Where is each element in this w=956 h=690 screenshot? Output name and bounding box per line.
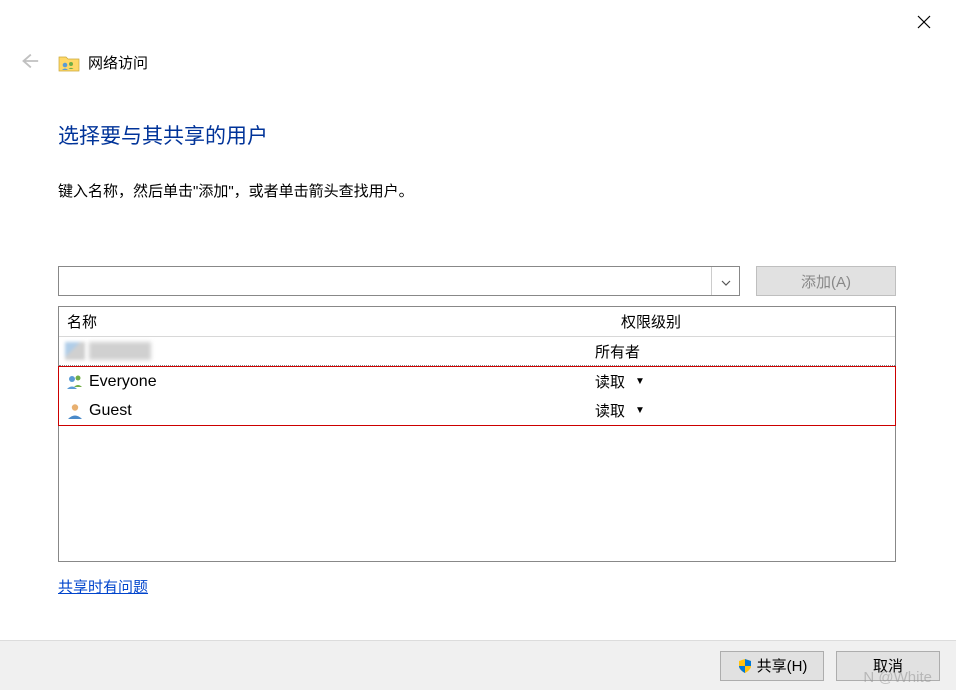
column-header-name[interactable]: 名称 <box>59 311 617 332</box>
permission-dropdown[interactable]: 读取 ▼ <box>595 371 895 392</box>
add-button[interactable]: 添加(A) <box>756 266 896 296</box>
permissions-table: 名称 权限级别 所有者 Everyone <box>58 306 896 562</box>
page-heading: 选择要与其共享的用户 <box>58 120 896 150</box>
back-button[interactable] <box>18 50 40 75</box>
user-icon <box>65 401 85 421</box>
folder-people-icon <box>58 53 80 73</box>
permission-cell: 所有者 <box>595 341 895 362</box>
permission-label: 所有者 <box>595 341 640 362</box>
page-description: 键入名称，然后单击"添加"，或者单击箭头查找用户。 <box>58 180 896 201</box>
content-area: 选择要与其共享的用户 键入名称，然后单击"添加"，或者单击箭头查找用户。 添加(… <box>58 120 896 597</box>
table-row[interactable]: 所有者 <box>59 337 895 366</box>
share-button[interactable]: 共享(H) <box>720 651 824 681</box>
permission-label: 读取 <box>595 400 625 421</box>
cancel-button[interactable]: 取消 <box>836 651 940 681</box>
user-name: Everyone <box>89 373 157 391</box>
user-combobox[interactable] <box>58 266 740 296</box>
group-icon <box>65 372 85 392</box>
user-name: Guest <box>89 402 132 420</box>
user-icon <box>65 341 85 361</box>
close-button[interactable] <box>912 10 936 37</box>
table-row[interactable]: Everyone 读取 ▼ <box>59 367 895 396</box>
table-header: 名称 权限级别 <box>59 307 895 337</box>
table-body: 所有者 Everyone 读取 ▼ <box>59 337 895 426</box>
user-input[interactable] <box>59 267 711 295</box>
row-name-cell <box>65 341 595 361</box>
window-title: 网络访问 <box>88 52 148 73</box>
dropdown-arrow-icon: ▼ <box>635 376 645 387</box>
permission-dropdown[interactable]: 读取 ▼ <box>595 400 895 421</box>
permission-label: 读取 <box>595 371 625 392</box>
chevron-down-icon <box>721 273 731 289</box>
title-group: 网络访问 <box>58 52 148 73</box>
combobox-dropdown-button[interactable] <box>711 267 739 295</box>
back-arrow-icon <box>18 50 40 75</box>
row-name-cell: Guest <box>65 401 595 421</box>
user-input-row: 添加(A) <box>58 266 896 296</box>
shield-icon <box>737 658 753 674</box>
share-button-label: 共享(H) <box>757 655 808 676</box>
close-icon <box>916 17 932 33</box>
help-link[interactable]: 共享时有问题 <box>58 576 148 597</box>
header: 网络访问 <box>18 50 148 75</box>
table-row[interactable]: Guest 读取 ▼ <box>59 396 895 425</box>
dialog-footer: 共享(H) 取消 <box>0 640 956 690</box>
redacted-name <box>89 342 151 360</box>
column-header-permission[interactable]: 权限级别 <box>617 311 895 332</box>
dropdown-arrow-icon: ▼ <box>635 405 645 416</box>
row-name-cell: Everyone <box>65 372 595 392</box>
highlighted-rows: Everyone 读取 ▼ Guest 读取 <box>58 366 896 426</box>
